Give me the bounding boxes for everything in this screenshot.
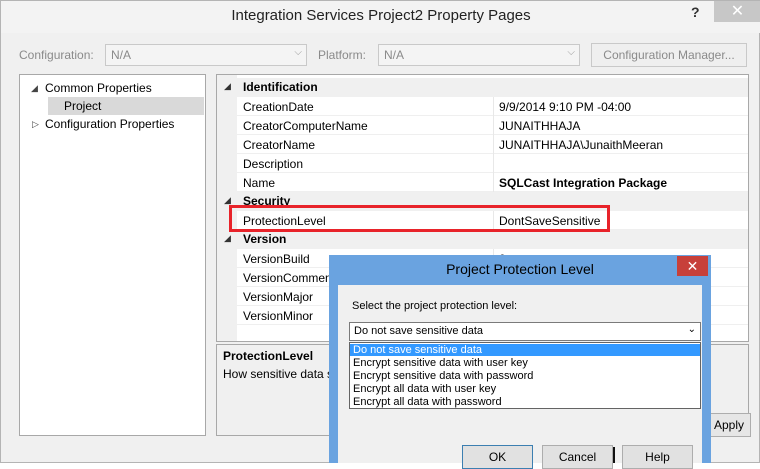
- protection-level-highlight: [229, 205, 610, 232]
- dialog-body: Select the project protection level: Do …: [338, 285, 702, 469]
- selected-option: Do not save sensitive data: [354, 325, 484, 337]
- column-divider: [493, 135, 494, 154]
- property-row[interactable]: Description: [237, 154, 748, 173]
- option-item[interactable]: Encrypt sensitive data with user key: [350, 357, 700, 369]
- property-name: CreatorName: [243, 138, 316, 152]
- property-name: VersionBuild: [243, 252, 310, 266]
- property-name: Name: [243, 176, 276, 190]
- tree-item-configuration-properties[interactable]: ▷ Configuration Properties: [20, 115, 205, 133]
- title-bar: Integration Services Project2 Property P…: [1, 1, 760, 33]
- column-divider: [493, 154, 494, 173]
- protection-level-select[interactable]: Do not save sensitive data ⌄: [349, 322, 701, 341]
- tree-item-label: Common Properties: [45, 81, 152, 95]
- option-item[interactable]: Do not save sensitive data: [350, 344, 700, 356]
- collapse-icon[interactable]: ◢: [224, 81, 231, 92]
- column-divider: [493, 173, 494, 192]
- category-version[interactable]: ◢ Version: [217, 230, 748, 249]
- property-row[interactable]: CreatorName JUNAITHHAJA\JunaithMeeran: [237, 135, 748, 154]
- configuration-select[interactable]: N/A ⌵: [105, 44, 307, 66]
- column-divider: [493, 116, 494, 135]
- help-button[interactable]: Help: [622, 445, 693, 469]
- ok-button[interactable]: OK: [462, 445, 533, 469]
- property-row[interactable]: CreationDate 9/9/2014 9:10 PM -04:00: [237, 97, 748, 116]
- protection-level-dialog: Project Protection Level ✕ Select the pr…: [329, 255, 711, 469]
- property-value[interactable]: SQLCast Integration Package: [499, 176, 667, 190]
- category-tree: ◢ Common Properties Project ▷ Configurat…: [19, 74, 206, 436]
- configuration-manager-button[interactable]: Configuration Manager...: [591, 43, 747, 67]
- description-text: How sensitive data s: [223, 367, 334, 381]
- tree-item-label: Project: [64, 99, 102, 113]
- platform-value: N/A: [384, 48, 405, 62]
- protection-level-options: Do not save sensitive data Encrypt sensi…: [349, 342, 701, 409]
- property-name: VersionMajor: [243, 290, 314, 304]
- configuration-label: Configuration:: [19, 48, 94, 62]
- column-divider: [493, 97, 494, 116]
- help-icon[interactable]: ?: [691, 4, 700, 20]
- chevron-down-icon: ⌵: [294, 47, 302, 58]
- text-cursor-icon: [613, 447, 615, 463]
- expand-down-icon[interactable]: ◢: [31, 79, 38, 97]
- configuration-value: N/A: [111, 48, 132, 62]
- description-title: ProtectionLevel: [223, 349, 314, 363]
- collapse-icon[interactable]: ◢: [224, 233, 231, 244]
- close-button[interactable]: ✕: [714, 1, 760, 22]
- property-name: Description: [243, 157, 304, 171]
- platform-select[interactable]: N/A ⌵: [378, 44, 580, 66]
- property-row[interactable]: CreatorComputerName JUNAITHHAJA: [237, 116, 748, 135]
- dialog-prompt: Select the project protection level:: [352, 300, 518, 312]
- cancel-button[interactable]: Cancel: [542, 445, 613, 469]
- option-item[interactable]: Encrypt sensitive data with password: [350, 370, 700, 382]
- property-value[interactable]: 9/9/2014 9:10 PM -04:00: [499, 100, 631, 114]
- chevron-down-icon: ⌵: [567, 47, 575, 58]
- property-name: CreatorComputerName: [243, 119, 368, 133]
- chevron-down-icon[interactable]: ⌄: [688, 324, 696, 335]
- window-title: Integration Services Project2 Property P…: [231, 7, 531, 24]
- expand-right-icon[interactable]: ▷: [32, 115, 39, 133]
- option-item[interactable]: Encrypt all data with user key: [350, 383, 700, 395]
- category-identification[interactable]: ◢ Identification: [217, 78, 748, 97]
- tree-item-label: Configuration Properties: [45, 117, 175, 131]
- dialog-close-button[interactable]: ✕: [677, 256, 708, 276]
- property-name: CreationDate: [243, 100, 314, 114]
- property-value[interactable]: JUNAITHHAJA: [499, 119, 580, 133]
- property-name: VersionComments: [243, 271, 342, 285]
- option-item[interactable]: Encrypt all data with password: [350, 396, 700, 408]
- platform-label: Platform:: [318, 48, 367, 62]
- property-name: VersionMinor: [243, 309, 314, 323]
- property-row[interactable]: Name SQLCast Integration Package: [237, 173, 748, 192]
- tree-item-common-properties[interactable]: ◢ Common Properties: [20, 79, 205, 97]
- category-label: Identification: [243, 80, 318, 94]
- dialog-title: Project Protection Level: [446, 261, 594, 277]
- category-label: Version: [243, 232, 287, 246]
- tree-item-project[interactable]: Project: [48, 97, 204, 115]
- property-value[interactable]: JUNAITHHAJA\JunaithMeeran: [499, 138, 663, 152]
